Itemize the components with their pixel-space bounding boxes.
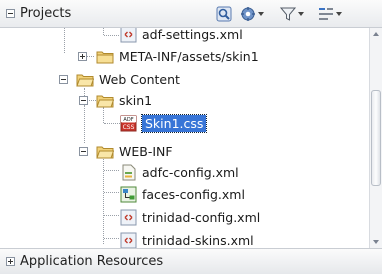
tree-item-adfc-config[interactable]: adfc-config.xml [120, 162, 239, 183]
xml-file-icon [120, 209, 137, 226]
tree-connector [104, 215, 119, 216]
css-file-icon: ADF CSS [120, 115, 137, 132]
expand-toggle[interactable] [78, 52, 87, 61]
tree-item-skin1-folder[interactable]: skin1 [96, 90, 152, 111]
tree-item-label: adfc-config.xml [142, 165, 239, 180]
tree-connector [104, 192, 119, 193]
svg-text:ADF: ADF [123, 117, 133, 123]
tree-item-label: Skin1.css [140, 114, 208, 133]
tree-item-label: trinidad-skins.xml [142, 233, 254, 248]
tree-connector [86, 56, 94, 57]
tree-item-web-inf[interactable]: WEB-INF [96, 141, 173, 162]
folder-icon [96, 51, 114, 63]
xml-file-icon [120, 232, 137, 248]
projects-title[interactable]: Projects [20, 6, 71, 21]
tree-connector [104, 35, 119, 36]
sort-icon[interactable] [318, 5, 342, 23]
tree-connector [84, 106, 85, 143]
collapse-toggle[interactable] [59, 75, 68, 84]
project-tree: adf-settings.xml META-INF/assets/skin1 W… [0, 28, 369, 248]
project-settings-icon[interactable] [240, 5, 264, 23]
tree-item-label: adf-settings.xml [142, 28, 243, 42]
collapse-projects-button[interactable] [6, 9, 15, 18]
tree-item-skin1-css[interactable]: ADF CSS Skin1.css [120, 113, 208, 134]
projects-panel-header: Projects [0, 0, 382, 28]
scrollbar-thumb[interactable] [371, 90, 381, 186]
tree-item-trinidad-config[interactable]: trinidad-config.xml [120, 207, 260, 228]
tree-item-label: META-INF/assets/skin1 [119, 49, 259, 64]
filter-icon[interactable] [280, 5, 304, 23]
tree-connector [104, 123, 120, 124]
expand-application-resources-button[interactable] [6, 257, 15, 266]
tree-connector [103, 28, 104, 35]
svg-text:CSS: CSS [123, 124, 135, 131]
adfc-config-icon [122, 164, 136, 181]
faces-config-icon [120, 186, 137, 203]
tree-item-label: faces-config.xml [142, 187, 245, 202]
folder-open-icon [96, 146, 114, 158]
scroll-up-arrow-icon[interactable] [370, 28, 382, 40]
tree-connector [104, 238, 119, 239]
tree-item-label: WEB-INF [119, 144, 173, 159]
locate-icon[interactable] [216, 5, 232, 23]
collapse-toggle[interactable] [79, 96, 88, 105]
application-resources-header: Application Resources [0, 248, 382, 274]
tree-connector [103, 151, 104, 244]
collapse-toggle[interactable] [79, 147, 88, 156]
tree-item-label: trinidad-config.xml [142, 210, 261, 225]
folder-open-icon [96, 95, 114, 107]
tree-item-label: skin1 [119, 93, 153, 108]
tree-connector [64, 28, 65, 53]
tree-item-trinidad-skins[interactable]: trinidad-skins.xml [120, 230, 254, 248]
scroll-down-arrow-icon[interactable] [370, 236, 382, 248]
tree-item-meta-inf[interactable]: META-INF/assets/skin1 [96, 46, 259, 67]
tree-vertical-scrollbar[interactable] [369, 28, 382, 248]
tree-connector [104, 170, 119, 171]
tree-item-label: Web Content [99, 72, 180, 87]
tree-item-adf-settings[interactable]: adf-settings.xml [120, 28, 243, 45]
tree-item-web-content[interactable]: Web Content [76, 69, 180, 90]
tree-item-faces-config[interactable]: faces-config.xml [120, 184, 245, 205]
application-resources-title[interactable]: Application Resources [20, 254, 163, 269]
folder-open-icon [76, 74, 94, 86]
xml-file-icon [120, 28, 137, 43]
